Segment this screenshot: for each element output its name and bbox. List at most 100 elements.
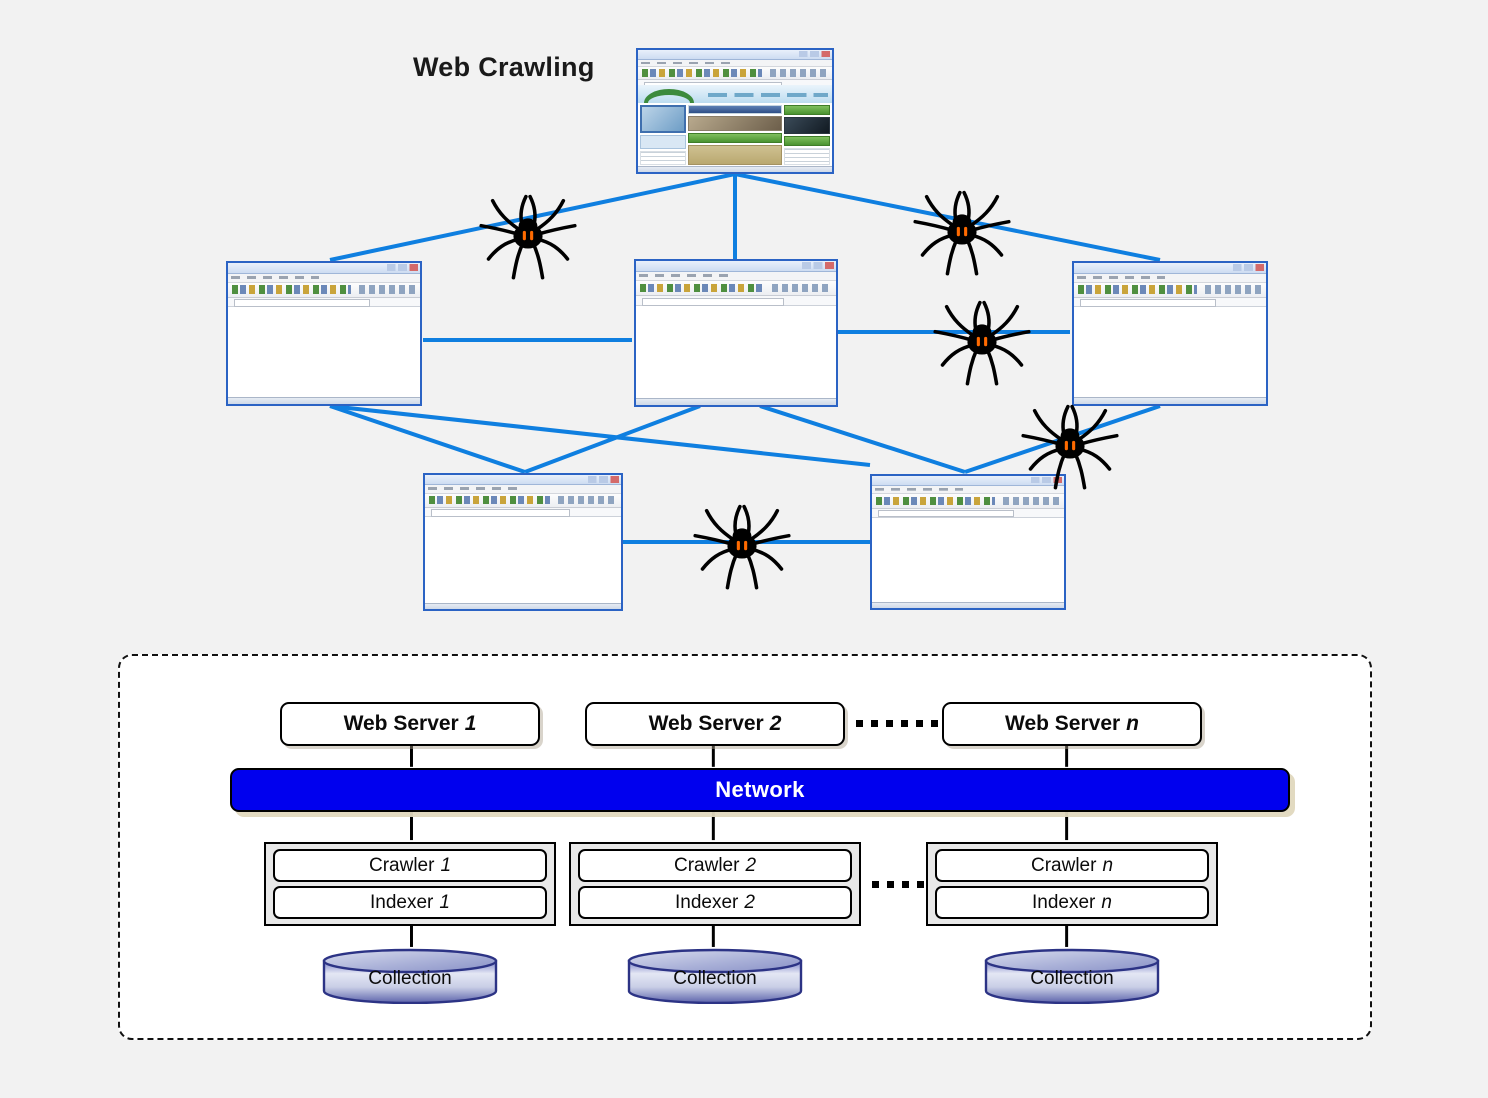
indexer-n-box[interactable]: Indexer n bbox=[935, 886, 1209, 919]
crawler-n-box[interactable]: Crawler n bbox=[935, 849, 1209, 882]
content-block bbox=[687, 132, 783, 144]
browser-statusbar bbox=[425, 602, 621, 609]
edge-midcenter-bottomright bbox=[759, 404, 966, 474]
browser-toolbar bbox=[1074, 282, 1266, 298]
content-block bbox=[640, 151, 686, 166]
crawler-architecture-panel: Web Server 1 Web Server 2 Web Server n N… bbox=[118, 654, 1372, 1040]
browser-toolbar bbox=[425, 493, 621, 509]
browser-titlebar bbox=[228, 263, 420, 274]
crawler-2-box[interactable]: Crawler 2 bbox=[578, 849, 852, 882]
thumbnail-inner bbox=[636, 261, 836, 405]
crawler-1-number: 1 bbox=[440, 854, 452, 876]
browser-address-bar bbox=[228, 297, 420, 308]
page-column-main bbox=[687, 104, 783, 166]
content-block bbox=[784, 148, 830, 166]
web-server-2-box[interactable]: Web Server 2 bbox=[585, 702, 845, 746]
crawler-indexer-group-1: Crawler 1 Indexer 1 bbox=[264, 842, 556, 926]
content-navbar bbox=[687, 104, 783, 115]
indexer-2-box[interactable]: Indexer 2 bbox=[578, 886, 852, 919]
content-block bbox=[784, 104, 830, 116]
crawler-1-box[interactable]: Crawler 1 bbox=[273, 849, 547, 882]
browser-titlebar bbox=[1074, 263, 1266, 274]
browser-toolbar bbox=[872, 494, 1064, 509]
web-crawling-graph bbox=[0, 0, 1488, 640]
content-block bbox=[784, 136, 830, 147]
page-hero bbox=[638, 84, 832, 103]
web-page-thumbnail-bottom-left[interactable] bbox=[423, 473, 623, 611]
content-image bbox=[687, 145, 783, 166]
browser-toolbar bbox=[636, 280, 836, 297]
browser-titlebar bbox=[638, 50, 832, 60]
web-page-thumbnail-mid-left[interactable] bbox=[226, 261, 422, 406]
network-bar[interactable]: Network bbox=[230, 768, 1290, 812]
crawler-spider-upper-left bbox=[479, 194, 577, 280]
crawler-indexer-group-n: Crawler n Indexer n bbox=[926, 842, 1218, 926]
thumbnail-inner bbox=[228, 263, 420, 404]
crawler-n-number: n bbox=[1102, 854, 1114, 876]
browser-titlebar bbox=[636, 261, 836, 273]
web-server-1-box[interactable]: Web Server 1 bbox=[280, 702, 540, 746]
web-server-2-label: Web Server bbox=[648, 712, 764, 735]
crawler-2-number: 2 bbox=[745, 854, 757, 876]
browser-menubar bbox=[638, 59, 832, 68]
content-block bbox=[640, 134, 686, 150]
crawler-n-label: Crawler bbox=[1030, 854, 1097, 876]
crawler-spider-middle-right bbox=[933, 300, 1031, 386]
web-server-1-label: Web Server bbox=[343, 712, 459, 735]
crawler-2-label: Crawler bbox=[673, 854, 740, 876]
content-image bbox=[784, 117, 830, 134]
content-image bbox=[687, 116, 783, 131]
browser-statusbar bbox=[636, 398, 836, 405]
page-column-right bbox=[784, 104, 830, 166]
indexer-1-number: 1 bbox=[439, 891, 450, 913]
indexer-1-box[interactable]: Indexer 1 bbox=[273, 886, 547, 919]
web-server-n-label: Web Server bbox=[1005, 712, 1121, 735]
browser-menubar bbox=[228, 273, 420, 283]
page-columns bbox=[638, 103, 832, 167]
crawler-spider-upper-right bbox=[913, 190, 1011, 276]
web-page-thumbnail-top[interactable] bbox=[636, 48, 834, 174]
browser-toolbar bbox=[228, 282, 420, 298]
browser-address-bar bbox=[1074, 297, 1266, 308]
web-page-thumbnail-mid-center[interactable] bbox=[634, 259, 838, 407]
browser-address-bar bbox=[872, 508, 1064, 518]
thumbnail-inner bbox=[1074, 263, 1266, 404]
web-page-thumbnail-mid-right[interactable] bbox=[1072, 261, 1268, 406]
content-image bbox=[640, 104, 686, 133]
thumbnail-inner bbox=[638, 50, 832, 172]
network-label: Network bbox=[715, 777, 805, 802]
web-server-n-number: n bbox=[1126, 712, 1139, 735]
database-cylinder-icon bbox=[984, 948, 1160, 1004]
collection-database-1[interactable]: Collection bbox=[320, 948, 500, 1004]
browser-menubar bbox=[636, 272, 836, 281]
browser-address-bar bbox=[425, 508, 621, 518]
indexer-2-number: 2 bbox=[744, 891, 755, 913]
crawler-spider-lower-right bbox=[1021, 404, 1119, 490]
web-server-n-box[interactable]: Web Server n bbox=[942, 702, 1202, 746]
database-cylinder-icon bbox=[322, 948, 498, 1004]
page-column-left bbox=[640, 104, 686, 166]
database-cylinder-icon bbox=[627, 948, 803, 1004]
indexer-n-number: n bbox=[1101, 891, 1112, 913]
browser-menubar bbox=[425, 485, 621, 494]
crawler-1-label: Crawler bbox=[368, 854, 435, 876]
browser-address-bar bbox=[636, 296, 836, 306]
edge-midcenter-bottomleft bbox=[524, 404, 701, 474]
web-server-2-number: 2 bbox=[769, 712, 782, 735]
browser-statusbar bbox=[638, 166, 832, 172]
browser-menubar bbox=[1074, 273, 1266, 283]
web-server-1-number: 1 bbox=[464, 712, 477, 735]
collection-database-2[interactable]: Collection bbox=[625, 948, 805, 1004]
browser-toolbar bbox=[638, 67, 832, 81]
page-content bbox=[638, 84, 832, 167]
browser-statusbar bbox=[872, 601, 1064, 608]
browser-titlebar bbox=[425, 475, 621, 486]
indexer-1-label: Indexer bbox=[370, 891, 434, 913]
thumbnail-inner bbox=[425, 475, 621, 609]
indexer-2-label: Indexer bbox=[675, 891, 739, 913]
indexer-n-label: Indexer bbox=[1032, 891, 1096, 913]
crawler-indexer-group-2: Crawler 2 Indexer 2 bbox=[569, 842, 861, 926]
crawler-spider-bottom-center bbox=[693, 504, 791, 590]
browser-statusbar bbox=[228, 397, 420, 404]
collection-database-n[interactable]: Collection bbox=[982, 948, 1162, 1004]
